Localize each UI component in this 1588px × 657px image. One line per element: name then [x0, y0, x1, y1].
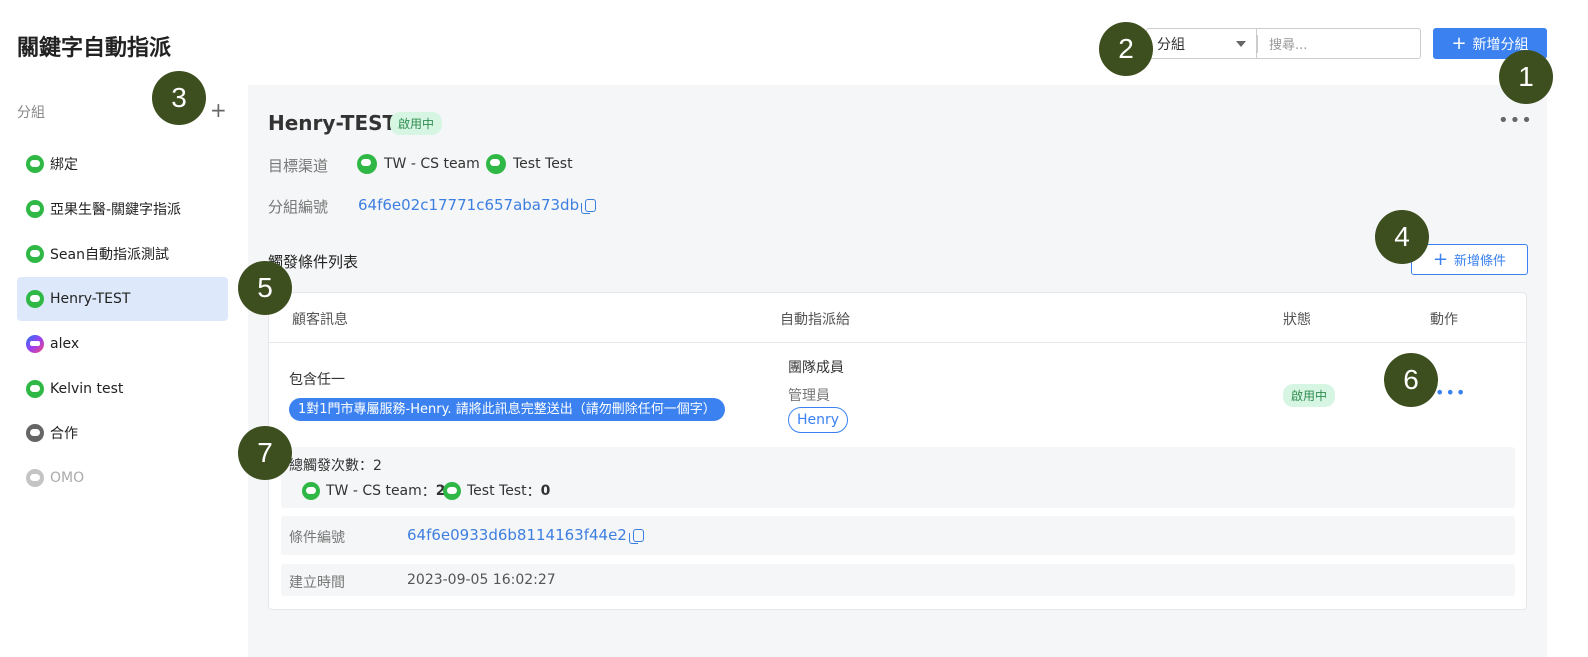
annotation-marker-6: 6 [1384, 353, 1438, 407]
page-title: 關鍵字自動指派 [17, 36, 172, 61]
line-icon [26, 245, 44, 263]
group-id-label: 分組編號 [268, 198, 329, 216]
channel-stat-sep: ： [526, 484, 541, 500]
channel-stat-tw-cs-team: TW - CS team： 2 [302, 481, 446, 501]
group-select-value: 分組 [1157, 36, 1185, 53]
sidebar-item-kelvin-test[interactable]: Kelvin test [17, 367, 228, 411]
annotation-marker-3: 3 [152, 71, 206, 125]
sidebar-item-keyword-assign[interactable]: 亞果生醫-關鍵字指派 [17, 187, 228, 231]
assign-role: 管理員 [788, 388, 830, 404]
annotation-marker-1: 1 [1499, 50, 1553, 104]
line-icon [26, 290, 44, 308]
sidebar-item-label: 亞果生醫-關鍵字指派 [50, 202, 182, 218]
omo-icon [26, 424, 44, 442]
caret-down-icon [1236, 41, 1246, 47]
line-icon [26, 380, 44, 398]
plus-icon: + [1432, 249, 1449, 270]
annotation-marker-5: 5 [238, 261, 292, 315]
channel-stat-name: TW - CS team [326, 483, 422, 499]
channel-stat-count: 0 [540, 483, 551, 499]
sidebar-item-label: alex [50, 336, 80, 352]
sidebar-item-label: OMO [50, 470, 85, 486]
channel-label: 目標渠道 [268, 157, 329, 175]
channel-stat-name: Test Test [467, 483, 527, 499]
condition-id-label: 條件編號 [289, 530, 345, 546]
annotation-marker-4: 4 [1375, 210, 1429, 264]
sidebar-item-label: Sean自動指派測試 [50, 247, 169, 263]
column-header-action: 動作 [1430, 312, 1458, 328]
group-id-value: 64f6e02c17771c657aba73db [358, 196, 580, 214]
column-header-customer-message: 顧客訊息 [292, 312, 348, 328]
sidebar-item-sean-test[interactable]: Sean自動指派測試 [17, 232, 228, 276]
sidebar-item-label: 合作 [50, 426, 78, 442]
line-icon [302, 482, 320, 500]
channel-tw-cs-team: TW - CS team [357, 154, 480, 174]
group-name: Henry-TEST [268, 111, 397, 135]
copy-icon[interactable] [628, 528, 644, 544]
annotation-marker-2: 2 [1099, 22, 1153, 76]
row-status-badge: 啟用中 [1283, 384, 1336, 407]
sidebar-item-alex[interactable]: alex [17, 322, 228, 366]
assigned-member-tag: Henry [788, 407, 849, 433]
copy-icon[interactable] [581, 198, 597, 214]
add-group-plus-icon[interactable]: + [210, 98, 227, 122]
line-icon [486, 154, 506, 174]
sidebar-item-label: Henry-TEST [50, 291, 131, 307]
column-header-status: 狀態 [1283, 312, 1311, 328]
sidebar-item-label: 綁定 [50, 157, 78, 173]
group-id[interactable]: 64f6e02c17771c657aba73db [358, 196, 597, 214]
table-header-divider [269, 342, 1526, 343]
sidebar-item-henry-test[interactable]: Henry-TEST [17, 277, 228, 321]
group-more-icon[interactable]: ••• [1498, 110, 1533, 131]
channel-stat-test-test: Test Test： 0 [443, 481, 550, 501]
condition-id-value: 64f6e0933d6b8114163f44e2 [407, 526, 627, 544]
channel-stat-sep: ： [421, 484, 436, 500]
channel-name: Test Test [513, 156, 573, 172]
keyword-tag: 1對1門市專屬服務-Henry. 請將此訊息完整送出（請勿刪除任何一個字） [289, 398, 725, 421]
sidebar-item-binding[interactable]: 綁定 [17, 142, 228, 186]
add-condition-label: 新增條件 [1454, 254, 1507, 269]
line-icon [357, 154, 377, 174]
group-select[interactable]: 分組 [1146, 28, 1256, 59]
line-icon [26, 200, 44, 218]
search-input[interactable]: 搜尋... [1256, 28, 1421, 59]
search-divider [1257, 35, 1258, 53]
match-type: 包含任一 [289, 372, 345, 388]
line-icon [26, 469, 44, 487]
group-status-badge: 啟用中 [390, 112, 443, 135]
assign-type: 團隊成員 [788, 360, 844, 376]
total-trigger-count: 總觸發次數：2 [289, 455, 382, 475]
condition-id[interactable]: 64f6e0933d6b8114163f44e2 [407, 526, 644, 544]
total-trigger-value: 2 [373, 458, 382, 474]
sidebar-item-cooperation[interactable]: 合作 [17, 411, 228, 455]
plus-icon: + [1451, 33, 1467, 54]
add-condition-button[interactable]: + 新增條件 [1411, 244, 1528, 275]
search-placeholder: 搜尋... [1269, 38, 1308, 53]
line-icon [26, 155, 44, 173]
channel-test-test: Test Test [486, 154, 573, 174]
created-value: 2023-09-05 16:02:27 [407, 572, 556, 588]
sidebar-heading: 分組 [17, 105, 45, 121]
total-trigger-label: 總觸發次數： [289, 458, 373, 474]
sidebar-item-omo[interactable]: OMO [17, 456, 228, 500]
row-more-icon[interactable]: ••• [1435, 383, 1466, 402]
channel-name: TW - CS team [384, 156, 480, 172]
messenger-icon [26, 335, 44, 353]
created-label: 建立時間 [289, 575, 345, 591]
sidebar-item-label: Kelvin test [50, 381, 124, 397]
column-header-assign-to: 自動指派給 [780, 312, 850, 328]
annotation-marker-7: 7 [238, 426, 292, 480]
line-icon [443, 482, 461, 500]
